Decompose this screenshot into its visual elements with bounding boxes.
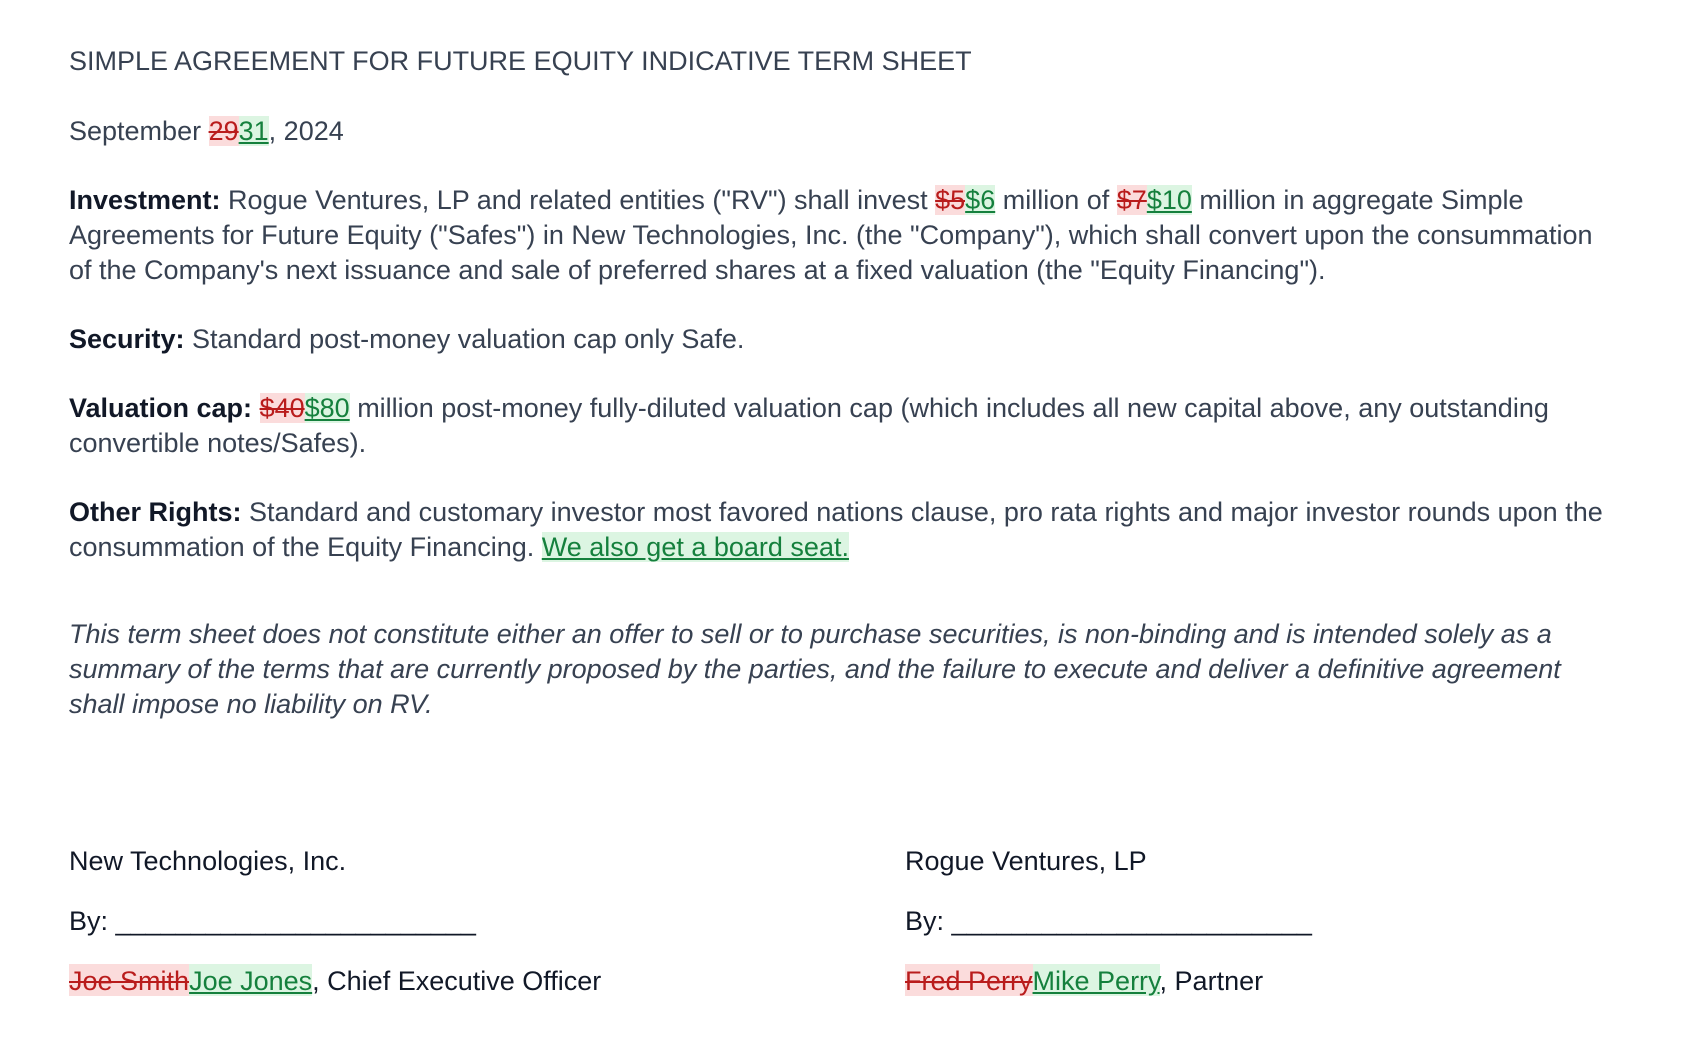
document-date: September 2931, 2024	[69, 114, 1609, 149]
company-signer-inserted: Joe Jones	[189, 964, 313, 996]
company-signature-block: New Technologies, Inc. By: _____________…	[69, 844, 689, 1024]
investor-signer-deleted: Fred Perry	[905, 964, 1033, 996]
investor-signer-title: , Partner	[1159, 966, 1264, 996]
company-signer-title: , Chief Executive Officer	[312, 966, 602, 996]
investor-signer: Fred PerryMike Perry, Partner	[905, 964, 1525, 999]
valuation-cap-deleted: $40	[259, 393, 305, 423]
security-text: Standard post-money valuation cap only S…	[184, 324, 745, 354]
investment-label: Investment:	[69, 185, 221, 215]
other-rights-inserted: We also get a board seat.	[541, 532, 849, 562]
document-title: SIMPLE AGREEMENT FOR FUTURE EQUITY INDIC…	[69, 46, 972, 76]
investor-signature-block: Rogue Ventures, LP By: _________________…	[905, 844, 1525, 1024]
date-suffix: , 2024	[268, 116, 344, 146]
date-deleted-day: 29	[208, 116, 239, 146]
investment-amount-deleted: $5	[935, 185, 966, 215]
investor-signature-line: By: ________________________	[905, 906, 1312, 936]
investment-amount-inserted: $6	[965, 185, 996, 215]
security-section: Security: Standard post-money valuation …	[69, 322, 1609, 357]
date-inserted-day: 31	[238, 116, 269, 146]
investment-text-2: million of	[995, 185, 1117, 215]
disclaimer: This term sheet does not constitute eith…	[69, 619, 1561, 719]
other-rights-label: Other Rights:	[69, 497, 242, 527]
company-signer: Joe SmithJoe Jones, Chief Executive Offi…	[69, 964, 689, 999]
investment-text-1: Rogue Ventures, LP and related entities …	[220, 185, 936, 215]
company-signature-line: By: ________________________	[69, 906, 476, 936]
investor-signer-inserted: Mike Perry	[1032, 964, 1160, 996]
company-name: New Technologies, Inc.	[69, 846, 347, 876]
valuation-cap-inserted: $80	[304, 393, 350, 423]
date-prefix: September	[69, 116, 209, 146]
security-label: Security:	[69, 324, 185, 354]
document-page: SIMPLE AGREEMENT FOR FUTURE EQUITY INDIC…	[0, 0, 1690, 1062]
investment-section: Investment: Rogue Ventures, LP and relat…	[69, 183, 1609, 288]
other-rights-section: Other Rights: Standard and customary inv…	[69, 495, 1609, 565]
term-sheet-body: SIMPLE AGREEMENT FOR FUTURE EQUITY INDIC…	[69, 44, 1609, 722]
investment-total-deleted: $7	[1116, 185, 1147, 215]
company-signer-deleted: Joe Smith	[69, 964, 190, 996]
investor-name: Rogue Ventures, LP	[905, 846, 1147, 876]
investment-total-inserted: $10	[1146, 185, 1192, 215]
valuation-cap-section: Valuation cap: $40$80 million post-money…	[69, 391, 1609, 461]
valuation-cap-label: Valuation cap:	[69, 393, 253, 423]
